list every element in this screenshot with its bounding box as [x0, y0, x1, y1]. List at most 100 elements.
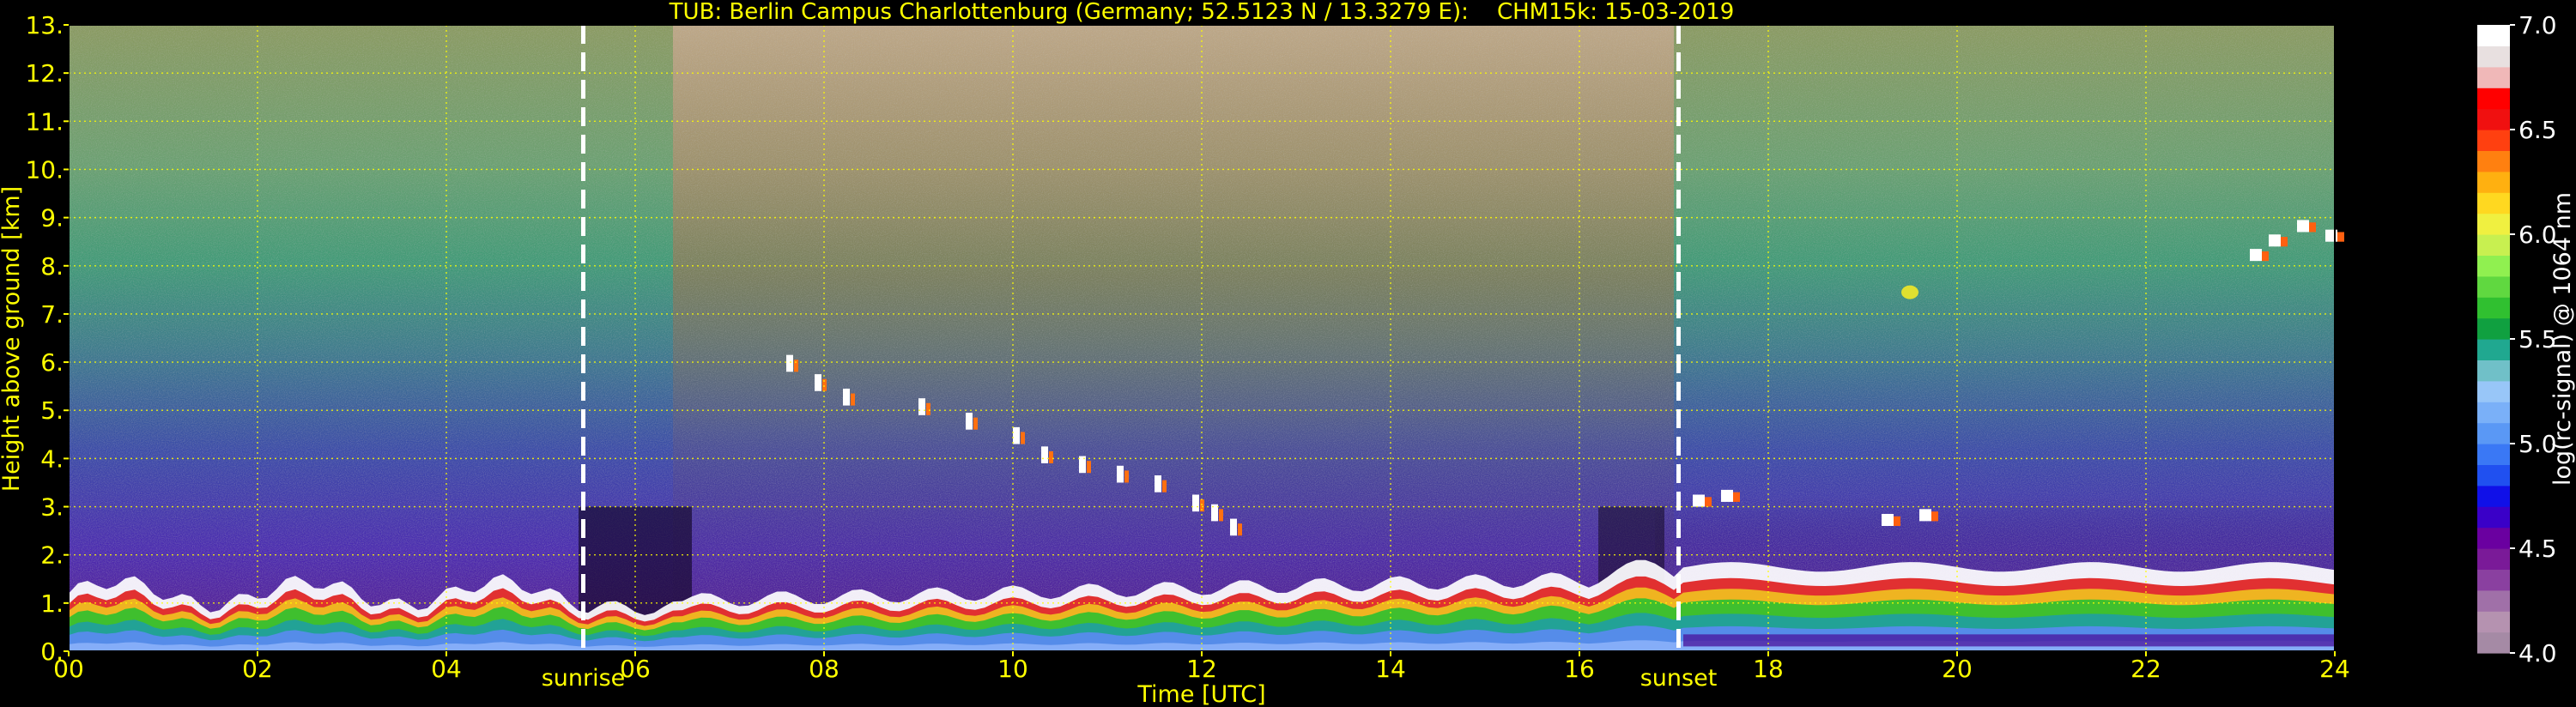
colorbar-swatch [2477, 317, 2510, 340]
colorbar-swatch [2477, 506, 2510, 529]
colorbar-swatch [2477, 422, 2510, 444]
annotation-label: sunrise [542, 665, 626, 692]
colorbar-swatch [2477, 255, 2510, 277]
x-tick-label: 20 [1942, 655, 1973, 683]
y-tick-label: 8. [40, 252, 64, 281]
cirrus-streak [1192, 494, 1199, 512]
colorbar-swatch [2477, 380, 2510, 402]
cirrus-streak-edge [1238, 523, 1242, 536]
colorbar-swatch [2477, 275, 2510, 298]
colorbar-swatch [2477, 25, 2510, 46]
x-tick-label: 14 [1375, 655, 1406, 683]
colorbar-tick-label: 6.5 [2518, 116, 2557, 144]
x-tick-label: 18 [1753, 655, 1784, 683]
colorbar-swatch [2477, 150, 2510, 172]
colorbar-swatch [2477, 631, 2510, 654]
cloud-wisp-edge [1931, 511, 1938, 522]
y-tick-label: 11. [25, 107, 64, 136]
y-tick-label: 2. [40, 541, 64, 570]
plot-area [69, 25, 2344, 651]
y-tick-label: 1. [40, 589, 64, 618]
colorbar-swatch [2477, 45, 2510, 68]
cirrus-streak-edge [973, 417, 978, 430]
cloud-wisp [1721, 489, 1733, 502]
cirrus-streak-edge [1087, 461, 1091, 474]
x-tick-label: 06 [620, 655, 651, 683]
colorbar-swatch [2477, 192, 2510, 215]
cirrus-streak-edge [1219, 509, 1223, 522]
cirrus-streak [966, 413, 973, 430]
cloud-wisp [2269, 234, 2281, 247]
ceilometer-chart: sunrise sunset 00 02 04 06 08 10 12 14 16 18 20 22 24… [0, 0, 2576, 707]
chart-title: TUB: Berlin Campus Charlottenburg (Germa… [669, 0, 1735, 25]
x-axis-label: Time [UTC] [1136, 681, 1265, 707]
cloud-wisp [1919, 509, 1931, 522]
colorbar-swatch [2477, 402, 2510, 424]
colorbar-swatch [2477, 88, 2510, 110]
colorbar-swatch [2477, 360, 2510, 382]
cloud-wisp [2297, 220, 2309, 233]
cirrus-streak-edge [1162, 480, 1167, 492]
colorbar-swatch [2477, 527, 2510, 549]
cirrus-streak [1155, 475, 1161, 492]
colorbar-tick-label: 4.5 [2518, 535, 2557, 563]
cirrus-streak-edge [926, 402, 930, 415]
colorbar-swatch [2477, 339, 2510, 360]
cirrus-streak [918, 398, 925, 415]
y-axis-label: Height above ground [km] [0, 186, 25, 492]
y-tick-label: 7. [40, 300, 64, 329]
y-tick-label: 9. [40, 204, 64, 233]
cirrus-streak [1230, 518, 1237, 536]
cirrus-streak-edge [1021, 432, 1025, 444]
y-tick-label: 3. [40, 493, 64, 522]
colorbar-swatch [2477, 548, 2510, 570]
cloud-wisp-edge [1894, 516, 1900, 526]
colorbar-swatch [2477, 130, 2510, 151]
cloud-wisp-edge [1705, 497, 1712, 507]
y-tick-label: 5. [40, 396, 64, 425]
cloud-wisp-edge [2281, 237, 2288, 247]
x-tick-label: 04 [431, 655, 462, 683]
cloud-wisp [1693, 494, 1705, 507]
colorbar-swatch [2477, 234, 2510, 256]
x-tick-label: 22 [2131, 655, 2161, 683]
cirrus-streak-edge [1049, 450, 1053, 463]
colorbar-swatch [2477, 297, 2510, 319]
colorbar-label: log(rc-signal) @ 1064 nm [2549, 192, 2576, 486]
cirrus-streak [786, 354, 793, 372]
cirrus-streak [843, 388, 850, 406]
y-tick-label: 6. [40, 348, 64, 377]
colorbar-swatch [2477, 66, 2510, 88]
colorbar-swatch [2477, 464, 2510, 486]
annotation-label: sunset [1640, 665, 1718, 692]
colorbar-swatch [2477, 171, 2510, 193]
x-tick-label: 08 [809, 655, 839, 683]
cirrus-streak-edge [1124, 470, 1129, 483]
cirrus-streak-edge [794, 360, 798, 372]
y-tick-label: 13. [25, 11, 64, 39]
y-tick-label: 12. [25, 59, 64, 88]
x-tick-label: 24 [2319, 655, 2350, 683]
colorbar-swatch [2477, 611, 2510, 633]
colorbar-swatch [2477, 485, 2510, 507]
colorbar-swatch [2477, 213, 2510, 235]
cloud-wisp-edge [2337, 232, 2344, 242]
cloud-wisp [1882, 513, 1894, 526]
colorbar-swatch [2477, 569, 2510, 591]
colorbar-swatch [2477, 444, 2510, 465]
bl-purple-base [1683, 634, 2335, 647]
colorbar-tick-label: 7.0 [2518, 11, 2557, 39]
x-tick-label: 16 [1564, 655, 1595, 683]
y-tick-label: 4. [40, 444, 64, 473]
y-tick-label: 10. [25, 155, 64, 184]
cloud-wisp [2250, 249, 2262, 262]
aerosol-patch [1901, 285, 1918, 299]
cloud-wisp-edge [2262, 251, 2269, 262]
x-tick-label: 10 [997, 655, 1028, 683]
cirrus-streak [1117, 465, 1124, 483]
cirrus-streak-edge [851, 393, 855, 406]
x-tick-label: 02 [242, 655, 273, 683]
cirrus-streak [1013, 426, 1020, 444]
cloud-wisp-edge [1733, 492, 1740, 502]
x-tick-label: 12 [1186, 655, 1217, 683]
